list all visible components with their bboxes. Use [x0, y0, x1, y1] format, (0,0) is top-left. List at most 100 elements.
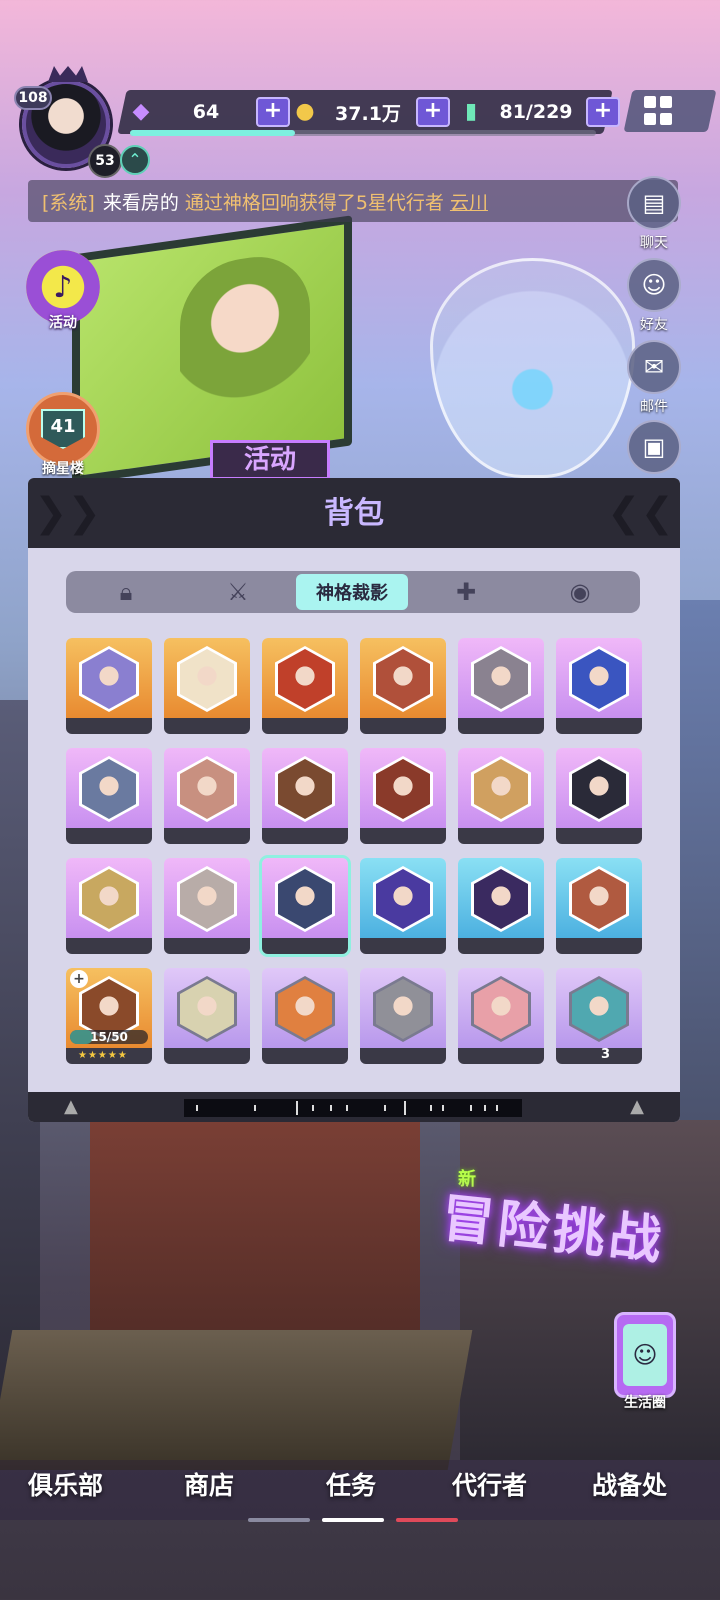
warning-icon: ▲	[64, 1096, 78, 1117]
battery-icon: ▮	[464, 99, 478, 124]
bag-button[interactable]: ▣	[626, 420, 682, 474]
card-base	[262, 1048, 348, 1064]
activity-button[interactable]: ♪ 活动	[24, 250, 102, 332]
item-card[interactable]	[262, 638, 348, 734]
system-text: 通过神格回响获得了5星代行者	[184, 191, 444, 214]
item-card[interactable]	[458, 638, 544, 734]
warning-icon: ▲	[630, 1096, 644, 1117]
item-card[interactable]	[360, 858, 446, 954]
item-card[interactable]	[556, 748, 642, 844]
item-card[interactable]	[262, 748, 348, 844]
add-gems-button[interactable]: +	[256, 97, 290, 127]
nav-indicator	[396, 1518, 458, 1522]
item-card[interactable]	[262, 858, 348, 954]
item-card[interactable]	[164, 858, 250, 954]
item-card[interactable]	[262, 968, 348, 1064]
panel-footer: ▲ ▲	[28, 1092, 680, 1122]
rank-badge: 53	[88, 144, 122, 178]
system-target-link[interactable]: 云川	[450, 188, 488, 215]
character-portrait	[376, 649, 430, 709]
nav-agents[interactable]: 代行者	[452, 1466, 527, 1506]
character-portrait	[572, 759, 626, 819]
gem-resource: ◆ 64 +	[126, 95, 290, 129]
character-portrait	[572, 649, 626, 709]
card-base	[66, 938, 152, 954]
nav-tasks[interactable]: 任务	[326, 1466, 376, 1506]
item-card[interactable]	[458, 858, 544, 954]
star-rating: ★★★★★	[78, 1050, 128, 1061]
card-base	[360, 718, 446, 734]
coin-resource: ● 37.1万 +	[290, 95, 450, 129]
character-portrait	[572, 869, 626, 929]
shard-progress: 15/50	[70, 1030, 148, 1044]
backpack-panel: ❯❯ ❮❮ 背包 🔒︎ ⚔︎ 神格裁影 ✚ ◉ +15/50 ★★★★★ 3 ▲ ▲	[28, 478, 680, 1122]
item-card[interactable]	[360, 638, 446, 734]
gem-value: 64	[192, 101, 220, 123]
grid-menu-icon[interactable]	[644, 96, 674, 126]
mask-icon: ◉	[569, 578, 591, 606]
character-portrait	[278, 979, 332, 1039]
activity-label: 活动	[49, 315, 77, 331]
item-card[interactable]	[164, 748, 250, 844]
star-tower-icon: 41	[26, 392, 100, 466]
card-base	[458, 1048, 544, 1064]
gem-icon: ◆	[132, 99, 150, 124]
item-card[interactable]	[164, 968, 250, 1064]
glass-balloon-image	[430, 258, 635, 478]
card-base	[458, 828, 544, 844]
tab-equipment[interactable]: ⚔︎	[182, 574, 294, 610]
nav-shop[interactable]: 商店	[184, 1466, 234, 1506]
nav-club[interactable]: 俱乐部	[28, 1466, 103, 1506]
tab-shadow[interactable]: 神格裁影	[296, 574, 408, 610]
star-tower-label: 摘星楼	[42, 461, 84, 477]
nav-indicator-active	[322, 1518, 384, 1522]
item-card[interactable]	[66, 638, 152, 734]
card-base	[458, 938, 544, 954]
stamina-value: 81/229	[499, 101, 573, 123]
scan-bar-decor	[184, 1099, 522, 1117]
chat-button[interactable]: ▤ 聊天	[626, 176, 682, 252]
item-card[interactable]	[360, 968, 446, 1064]
rank-up-icon[interactable]: ⌃	[120, 145, 150, 175]
add-coins-button[interactable]: +	[416, 97, 450, 127]
star-tower-button[interactable]: 41 摘星楼	[24, 392, 102, 477]
card-base	[360, 938, 446, 954]
add-stamina-button[interactable]: +	[586, 97, 620, 127]
tab-masks[interactable]: ◉	[524, 574, 636, 610]
item-card[interactable]	[66, 748, 152, 844]
item-card[interactable]	[458, 748, 544, 844]
character-portrait	[474, 869, 528, 929]
card-base	[66, 718, 152, 734]
item-card[interactable]	[66, 858, 152, 954]
item-card[interactable]	[458, 968, 544, 1064]
panel-header: ❯❯ ❮❮ 背包	[28, 478, 680, 548]
character-portrait	[180, 869, 234, 929]
card-base	[262, 938, 348, 954]
nav-armory[interactable]: 战备处	[592, 1466, 667, 1506]
system-user: 来看房的	[102, 191, 179, 214]
sword-icon: ⚔︎	[227, 578, 249, 606]
mail-button[interactable]: ✉ 邮件	[626, 340, 682, 416]
character-portrait	[376, 759, 430, 819]
nav-indicator	[248, 1518, 310, 1522]
player-avatar-frame[interactable]: 108 53	[12, 66, 122, 180]
tab-fragments[interactable]: ✚	[410, 574, 522, 610]
life-circle-button[interactable]: ☺ 生活圈	[612, 1312, 678, 1422]
friends-button[interactable]: ☺ 好友	[626, 258, 682, 334]
item-card[interactable]	[556, 858, 642, 954]
card-base	[164, 938, 250, 954]
system-message-bar[interactable]: [系统] 来看房的 通过神格回响获得了5星代行者 云川	[28, 180, 678, 222]
item-card[interactable]	[556, 638, 642, 734]
item-card[interactable]	[360, 748, 446, 844]
item-card[interactable]: 3	[556, 968, 642, 1064]
card-base	[262, 718, 348, 734]
coin-value: 37.1万	[335, 102, 401, 125]
system-tag: [系统]	[42, 191, 95, 214]
item-card[interactable]: +15/50 ★★★★★	[66, 968, 152, 1064]
card-base	[556, 1048, 642, 1064]
item-grid: +15/50 ★★★★★ 3	[66, 638, 646, 1068]
item-card[interactable]	[164, 638, 250, 734]
crown-icon	[48, 66, 88, 82]
tab-items[interactable]: 🔒︎	[70, 574, 182, 610]
character-portrait	[572, 979, 626, 1039]
